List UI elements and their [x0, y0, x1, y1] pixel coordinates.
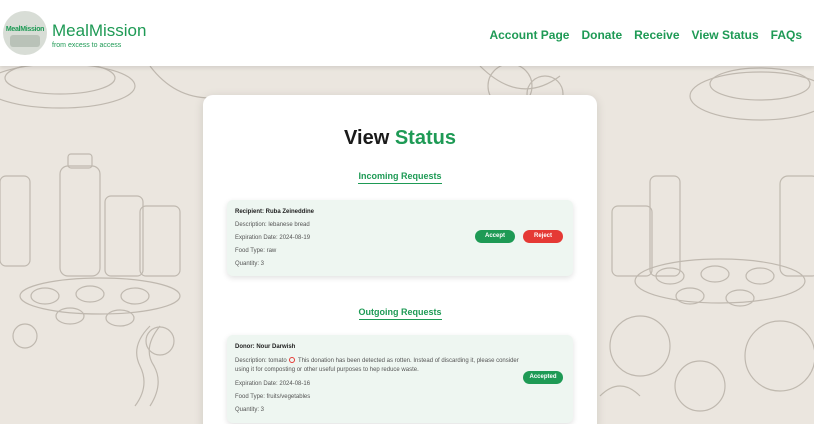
outgoing-requests-heading: Outgoing Requests: [203, 307, 597, 320]
outgoing-requests-heading-text: Outgoing Requests: [358, 307, 442, 320]
request-food-type: Food Type: fruits/vegetables: [235, 394, 311, 400]
logo-illustration: [10, 35, 40, 47]
logo-wordmark: MealMission: [5, 26, 45, 33]
page-title-prefix: View: [344, 127, 390, 149]
page-title-accent: Status: [394, 127, 456, 149]
nav-faqs[interactable]: FAQs: [771, 28, 802, 42]
site-header: MealMission MealMission from excess to a…: [0, 0, 814, 66]
page-title: View Status: [203, 127, 597, 150]
request-description: Description: lebanese bread: [235, 222, 310, 228]
nav-donate[interactable]: Donate: [581, 28, 622, 42]
status-card: View Status Incoming Requests Recipient:…: [203, 95, 597, 424]
request-quantity: Quantity: 3: [235, 261, 265, 267]
incoming-requests-heading: Incoming Requests: [203, 171, 597, 184]
reject-button[interactable]: Reject: [523, 230, 563, 243]
incoming-requests-heading-text: Incoming Requests: [358, 171, 442, 184]
outgoing-request-card: Donor: Nour Darwish Description: tomato …: [227, 335, 573, 423]
accepted-status-badge: Accepted: [523, 371, 563, 384]
request-donor: Donor: Nour Darwish: [235, 344, 296, 350]
accept-button[interactable]: Accept: [475, 230, 515, 243]
request-description: Description: tomato This donation has be…: [235, 357, 527, 375]
nav-receive[interactable]: Receive: [634, 28, 679, 42]
request-food-type: Food Type: raw: [235, 248, 277, 254]
request-recipient: Recipient: Ruba Zeineddine: [235, 209, 315, 215]
request-expiration: Expiration Date: 2024-08-19: [235, 235, 311, 241]
description-prefix: Description: tomato: [235, 358, 287, 364]
brand-tagline: from excess to access: [52, 42, 122, 49]
request-quantity: Quantity: 3: [235, 407, 265, 413]
brand-logo[interactable]: MealMission: [3, 11, 47, 55]
prohibited-icon: [289, 357, 296, 363]
request-expiration: Expiration Date: 2024-08-16: [235, 381, 311, 387]
nav-view-status[interactable]: View Status: [692, 28, 759, 42]
main-nav: Account Page Donate Receive View Status …: [489, 28, 802, 42]
nav-account-page[interactable]: Account Page: [489, 28, 569, 42]
brand-name[interactable]: MealMission: [52, 22, 146, 40]
incoming-request-card: Recipient: Ruba Zeineddine Description: …: [227, 200, 573, 276]
